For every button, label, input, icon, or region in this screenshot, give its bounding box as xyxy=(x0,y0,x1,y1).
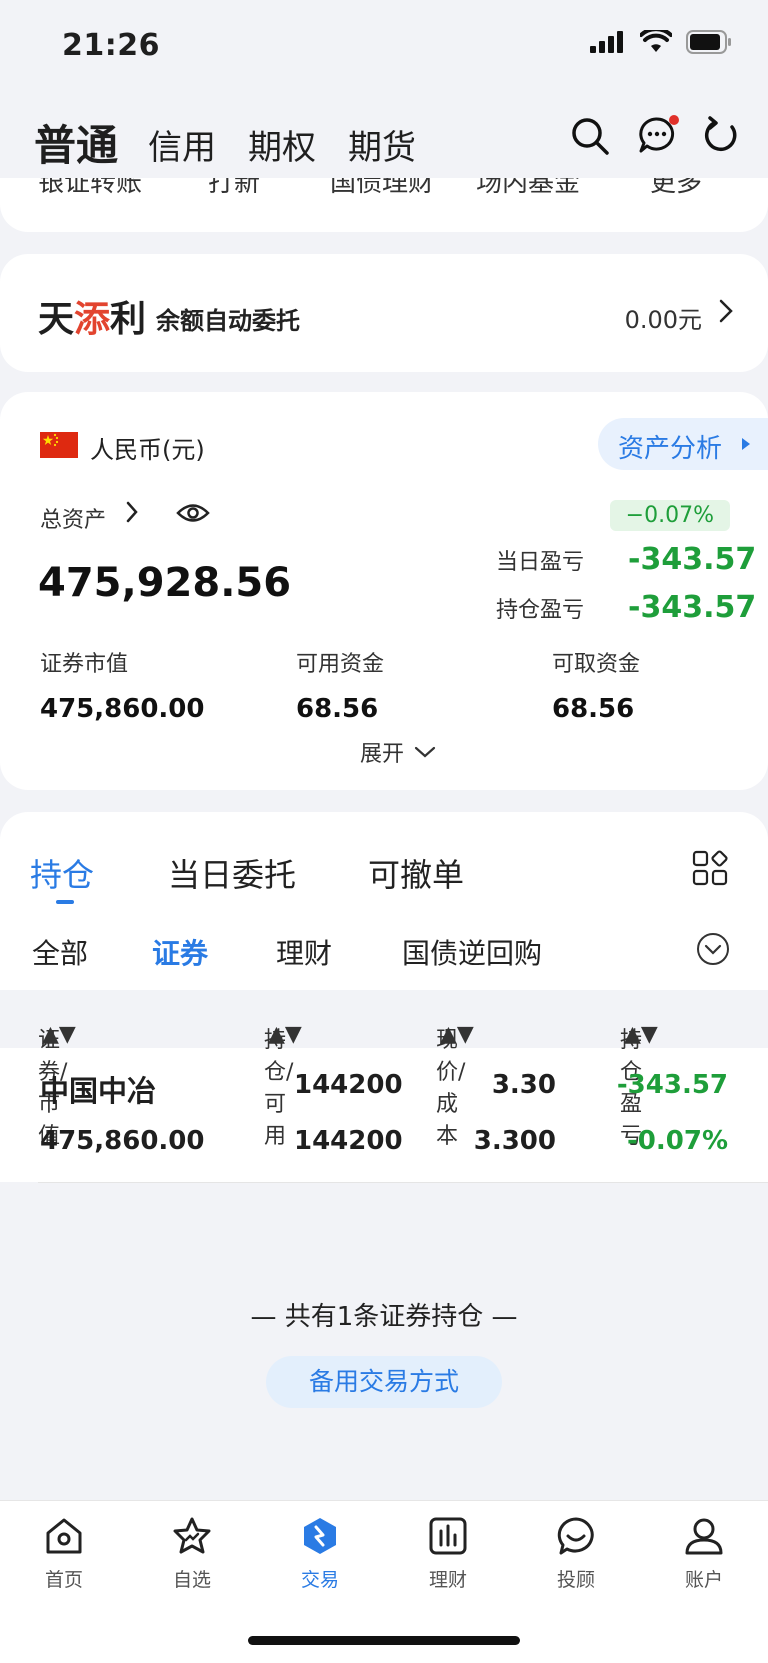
bottom-nav-home[interactable]: 首页 xyxy=(14,1515,114,1592)
message-icon[interactable] xyxy=(636,114,680,158)
filter-wealth[interactable]: 理财 xyxy=(276,932,332,972)
tab-options[interactable]: 期权 xyxy=(248,120,316,169)
chat-bubble-icon xyxy=(557,1517,594,1555)
current-price: 3.30 xyxy=(491,1070,556,1100)
status-time: 21:26 xyxy=(62,28,160,63)
filter-reverse-repo[interactable]: 国债逆回购 xyxy=(402,932,542,972)
tiantianli-card[interactable]: 天添利 余额自动委托 0.00元 xyxy=(0,254,768,372)
bottom-nav-label: 理财 xyxy=(428,1569,467,1591)
status-icons xyxy=(590,30,732,54)
hold-pl-label: 持仓盈亏 xyxy=(495,597,584,623)
tab-normal[interactable]: 普通 xyxy=(34,112,118,173)
bottom-nav-wealth[interactable]: 理财 xyxy=(398,1515,498,1592)
tiantianli-value: 0.00元 xyxy=(624,306,702,334)
asset-card: 人民币(元) 资产分析 总资产 475,928.56 −0.07% 当日盈亏 -… xyxy=(0,392,768,790)
wifi-icon xyxy=(640,30,672,52)
hold-pl-value: -343.57 xyxy=(628,590,757,625)
chevron-down-icon xyxy=(414,746,436,758)
position-pl: -343.57 xyxy=(616,1070,728,1100)
bottom-nav-label: 交易 xyxy=(300,1569,339,1591)
market-value-block: 证券市值 475,860.00 xyxy=(40,646,204,724)
hold-pl-row: 持仓盈亏 -343.57 xyxy=(495,590,757,625)
market-value-label: 证券市值 xyxy=(40,652,129,677)
bottom-nav-advisor[interactable]: 投顾 xyxy=(526,1515,626,1592)
table-header: 证券/市值 ▲▼ 持仓/可用 ▲▼ 现价/成本 ▲▼ 持仓盈亏 ▲▼ xyxy=(0,990,768,1149)
status-bar: 21:26 xyxy=(0,0,768,96)
bottom-nav-label: 投顾 xyxy=(556,1569,595,1591)
holdings-count-note: — 共有1条证券持仓 — xyxy=(250,1302,518,1332)
triangle-right-icon xyxy=(742,438,750,450)
expand-button[interactable]: 展开 xyxy=(360,736,436,768)
tab-futures[interactable]: 期货 xyxy=(348,120,416,169)
filter-securities[interactable]: 证券 xyxy=(152,932,208,972)
day-pl-row: 当日盈亏 -343.57 xyxy=(495,542,757,577)
total-assets-value: 475,928.56 xyxy=(38,560,292,606)
position-qty: 144200 xyxy=(294,1070,403,1100)
chevron-right-icon xyxy=(719,299,733,323)
bottom-nav-trade[interactable]: 交易 xyxy=(270,1515,370,1592)
available-funds-label: 可用资金 xyxy=(296,652,385,677)
day-pl-value: -343.57 xyxy=(628,542,757,577)
grid-icon[interactable] xyxy=(692,850,728,886)
star-icon xyxy=(173,1517,211,1554)
battery-icon xyxy=(686,30,731,54)
bottom-nav-account[interactable]: 账户 xyxy=(654,1515,754,1592)
expand-label: 展开 xyxy=(360,742,405,767)
refresh-icon[interactable] xyxy=(702,116,740,156)
backup-trading-button[interactable]: 备用交易方式 xyxy=(266,1356,502,1408)
cost-price: 3.300 xyxy=(473,1126,556,1156)
asset-analysis-label: 资产分析 xyxy=(618,434,723,464)
tab-today-orders[interactable]: 当日委托 xyxy=(168,850,296,896)
available-funds-block: 可用资金 68.56 xyxy=(296,646,384,724)
withdrawable-funds-block: 可取资金 68.56 xyxy=(552,646,640,724)
day-percent-badge: −0.07% xyxy=(609,500,730,531)
holdings-card: 持仓 当日委托 可撤单 全部 证券 理财 国债逆回购 证券/市值 ▲▼ 持仓/可用… xyxy=(0,812,768,1183)
china-flag-icon xyxy=(40,432,78,458)
signal-icon xyxy=(590,31,623,53)
position-pl-percent: -0.07% xyxy=(627,1126,728,1156)
bottom-nav-label: 自选 xyxy=(172,1569,211,1591)
asset-analysis-button[interactable]: 资产分析 xyxy=(598,418,768,470)
chart-bars-icon xyxy=(429,1517,467,1555)
market-value: 475,860.00 xyxy=(40,694,205,724)
user-icon xyxy=(685,1518,723,1555)
tiantianli-slogan: 余额自动委托 xyxy=(156,307,300,335)
security-market-value: 475,860.00 xyxy=(40,1126,205,1156)
bottom-nav-label: 首页 xyxy=(44,1569,83,1591)
security-name: 中国中冶 xyxy=(40,1074,157,1108)
tab-credit[interactable]: 信用 xyxy=(148,120,216,169)
search-icon[interactable] xyxy=(570,116,610,156)
bottom-nav-watchlist[interactable]: 自选 xyxy=(142,1515,242,1592)
trade-icon xyxy=(304,1518,336,1554)
total-assets-label[interactable]: 总资产 xyxy=(40,502,106,534)
available-funds-value: 68.56 xyxy=(296,694,379,724)
home-indicator[interactable] xyxy=(248,1636,520,1645)
filter-all[interactable]: 全部 xyxy=(32,932,88,972)
withdrawable-funds-value: 68.56 xyxy=(552,694,635,724)
active-tab-indicator xyxy=(56,900,74,904)
bottom-nav-label: 账户 xyxy=(684,1569,723,1591)
tab-positions[interactable]: 持仓 xyxy=(30,850,94,896)
withdrawable-funds-label: 可取资金 xyxy=(552,652,641,677)
day-pl-label: 当日盈亏 xyxy=(495,549,584,575)
home-icon xyxy=(46,1518,82,1554)
tab-cancellable[interactable]: 可撤单 xyxy=(368,850,464,896)
row-divider xyxy=(38,1182,768,1183)
currency-label: 人民币(元) xyxy=(90,436,205,464)
chevron-right-icon[interactable] xyxy=(124,500,140,524)
available-qty: 144200 xyxy=(294,1126,403,1156)
top-nav: 普通 信用 期权 期货 xyxy=(0,96,768,178)
eye-icon[interactable] xyxy=(176,502,210,524)
tiantianli-logo: 天添利 xyxy=(38,298,147,340)
chevron-down-circle-icon[interactable] xyxy=(696,932,730,966)
